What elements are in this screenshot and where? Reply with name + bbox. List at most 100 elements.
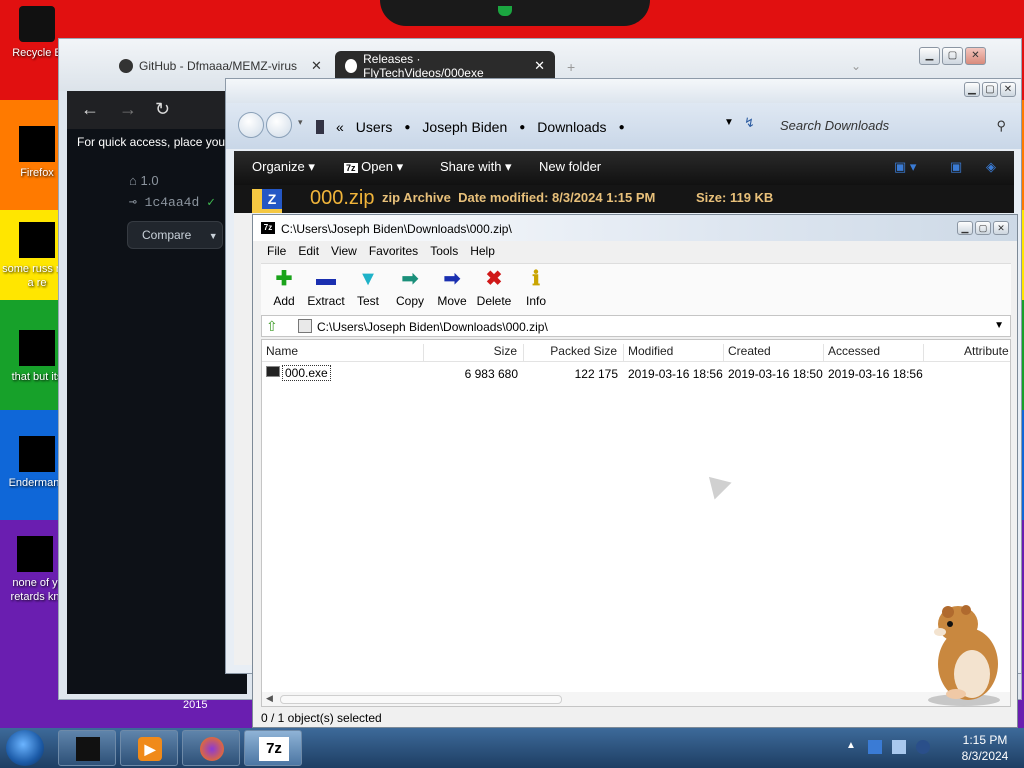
forward-button[interactable] <box>266 112 292 138</box>
menu-view[interactable]: View <box>325 241 363 261</box>
info-button[interactable]: ℹ Info <box>515 268 557 308</box>
close-button[interactable]: ✕ <box>993 221 1009 235</box>
breadcrumb-separator[interactable]: ● <box>619 122 625 133</box>
show-hidden-icons-icon[interactable]: ▲ <box>846 740 856 751</box>
tab-list-icon[interactable]: ⌄ <box>851 59 861 73</box>
7zip-small-icon: 7z <box>344 163 358 173</box>
add-button[interactable]: ✚ Add <box>263 268 305 308</box>
organize-button[interactable]: Organize ▾ <box>252 159 315 175</box>
file-packed-cell: 122 175 <box>574 367 618 381</box>
path-input[interactable]: C:\Users\Joseph Biden\Downloads\000.zip\ <box>317 320 548 334</box>
new-folder-button[interactable]: New folder <box>539 159 601 174</box>
explorer-address-bar: ▾ « Users ● Joseph Biden ● Downloads ● ▼… <box>226 103 1021 149</box>
column-created[interactable]: Created <box>724 344 824 362</box>
scrollbar-thumb[interactable] <box>280 695 562 704</box>
7zip-toolbar: ✚ Add ▬ Extract ▼ Test ➡ Copy ➡ Move ✖ Delete ℹ Info <box>261 263 1011 315</box>
breadcrumb-separator[interactable]: ● <box>519 122 525 133</box>
recent-pages-icon[interactable]: ▾ <box>298 117 303 128</box>
7zip-window[interactable]: 7z C:\Users\Joseph Biden\Downloads\000.z… <box>252 214 1018 728</box>
year-label: 2015 <box>183 699 208 711</box>
move-button[interactable]: ➡ Move <box>431 268 473 308</box>
back-button[interactable] <box>238 112 264 138</box>
compare-button[interactable]: Compare ▼ <box>127 221 223 249</box>
browser-nav-bar: ← → ↻ <box>67 91 247 129</box>
reload-icon[interactable]: ↻ <box>155 99 170 120</box>
help-icon[interactable]: ◈ <box>986 159 996 175</box>
maximize-button[interactable]: ▢ <box>982 82 998 97</box>
menu-file[interactable]: File <box>261 241 292 261</box>
breadcrumb-users[interactable]: Users <box>356 119 393 135</box>
clock[interactable]: 1:15 PM 8/3/2024 <box>950 732 1020 764</box>
column-size[interactable]: Size <box>424 344 524 362</box>
taskbar-item-firefox[interactable] <box>182 730 240 766</box>
network-icon[interactable] <box>892 740 906 754</box>
search-icon[interactable]: ⚲ <box>996 113 1006 139</box>
maximize-button[interactable]: ▢ <box>942 47 963 65</box>
minimize-button[interactable]: ▁ <box>964 82 980 97</box>
up-folder-icon[interactable]: ⇧ <box>266 318 278 335</box>
refresh-icon[interactable]: ↯ <box>744 115 755 131</box>
taskbar-item-explorer[interactable] <box>58 730 116 766</box>
browser-page: ← → ↻ For quick access, place your ⌂ 1.0… <box>67 91 247 694</box>
7zip-window-controls: ▁ ▢ ✕ <box>957 221 1009 235</box>
forward-icon[interactable]: → <box>119 99 137 120</box>
browser-tab-github[interactable]: GitHub - Dfmaaa/MEMZ-virus ✕ <box>109 51 332 81</box>
column-attributes[interactable]: Attribute <box>960 344 1010 362</box>
path-dropdown-icon[interactable]: ▼ <box>994 320 1004 331</box>
extract-button[interactable]: ▬ Extract <box>305 268 347 308</box>
release-tag[interactable]: ⌂ 1.0 <box>129 173 159 188</box>
copy-button[interactable]: ➡ Copy <box>389 268 431 308</box>
scroll-left-icon[interactable]: ◀ <box>266 693 273 704</box>
explorer-command-bar: Organize ▾ 7z Open ▾ Share with ▾ New fo… <box>234 151 1014 185</box>
file-list-header: Name Size Packed Size Modified Created A… <box>262 340 1010 362</box>
address-dropdown-icon[interactable]: ▼ <box>724 117 734 128</box>
breadcrumb-separator[interactable]: ● <box>404 122 410 133</box>
breadcrumb-downloads[interactable]: Downloads <box>537 119 606 135</box>
breadcrumb-overflow[interactable]: « <box>336 119 344 135</box>
horizontal-scrollbar[interactable]: ◀ <box>262 692 1010 706</box>
view-options-icon[interactable]: ▣ ▾ <box>894 159 916 175</box>
explorer-nav-pane <box>234 213 252 665</box>
file-name-cell[interactable]: 000.exe <box>282 365 331 381</box>
close-button[interactable]: ✕ <box>1000 82 1016 97</box>
menu-favorites[interactable]: Favorites <box>363 241 424 261</box>
breadcrumb-device-icon <box>316 120 324 134</box>
minimize-button[interactable]: ▁ <box>957 221 973 235</box>
file-modified-cell: 2019-03-16 18:56 <box>628 367 723 381</box>
menu-edit[interactable]: Edit <box>292 241 325 261</box>
new-tab-icon[interactable]: + <box>567 59 575 75</box>
maximize-button[interactable]: ▢ <box>975 221 991 235</box>
action-center-icon[interactable] <box>868 740 882 754</box>
close-button[interactable]: ✕ <box>965 47 986 65</box>
minimize-button[interactable]: ▁ <box>919 47 940 65</box>
breadcrumb-user[interactable]: Joseph Biden <box>422 119 507 135</box>
file-created-cell: 2019-03-16 18:50 <box>728 367 823 381</box>
close-tab-icon[interactable]: ✕ <box>311 58 322 74</box>
column-name[interactable]: Name <box>262 344 424 362</box>
info-icon: ℹ <box>532 268 540 290</box>
file-list[interactable]: Name Size Packed Size Modified Created A… <box>261 339 1011 707</box>
search-input[interactable]: Search Downloads ⚲ <box>772 113 1012 139</box>
taskbar-item-media-player[interactable]: ▶ <box>120 730 178 766</box>
test-button[interactable]: ▼ Test <box>347 268 389 308</box>
back-icon[interactable]: ← <box>81 99 99 120</box>
share-with-button[interactable]: Share with ▾ <box>440 159 512 175</box>
folder-icon <box>76 737 100 761</box>
preview-pane-icon[interactable]: ▣ <box>950 159 962 175</box>
column-modified[interactable]: Modified <box>624 344 724 362</box>
column-packed-size[interactable]: Packed Size <box>524 344 624 362</box>
menu-help[interactable]: Help <box>464 241 501 261</box>
table-row[interactable]: 000.exe 6 983 680 122 175 2019-03-16 18:… <box>262 364 1010 384</box>
volume-icon[interactable] <box>916 740 930 754</box>
open-button[interactable]: 7z Open ▾ <box>344 159 403 175</box>
browser-tab-releases[interactable]: Releases · FlyTechVideos/000exe ✕ <box>335 51 555 81</box>
menu-tools[interactable]: Tools <box>424 241 464 261</box>
delete-button[interactable]: ✖ Delete <box>473 268 515 308</box>
system-tray: ▲ 1:15 PM 8/3/2024 <box>840 728 1024 768</box>
file-type: zip Archive <box>382 190 451 205</box>
column-accessed[interactable]: Accessed <box>824 344 924 362</box>
close-tab-icon[interactable]: ✕ <box>534 58 545 74</box>
taskbar-item-7zip[interactable]: 7z <box>244 730 302 766</box>
release-commit[interactable]: ⊸ 1c4aa4d ✓ <box>129 195 215 210</box>
start-button[interactable] <box>6 730 44 766</box>
